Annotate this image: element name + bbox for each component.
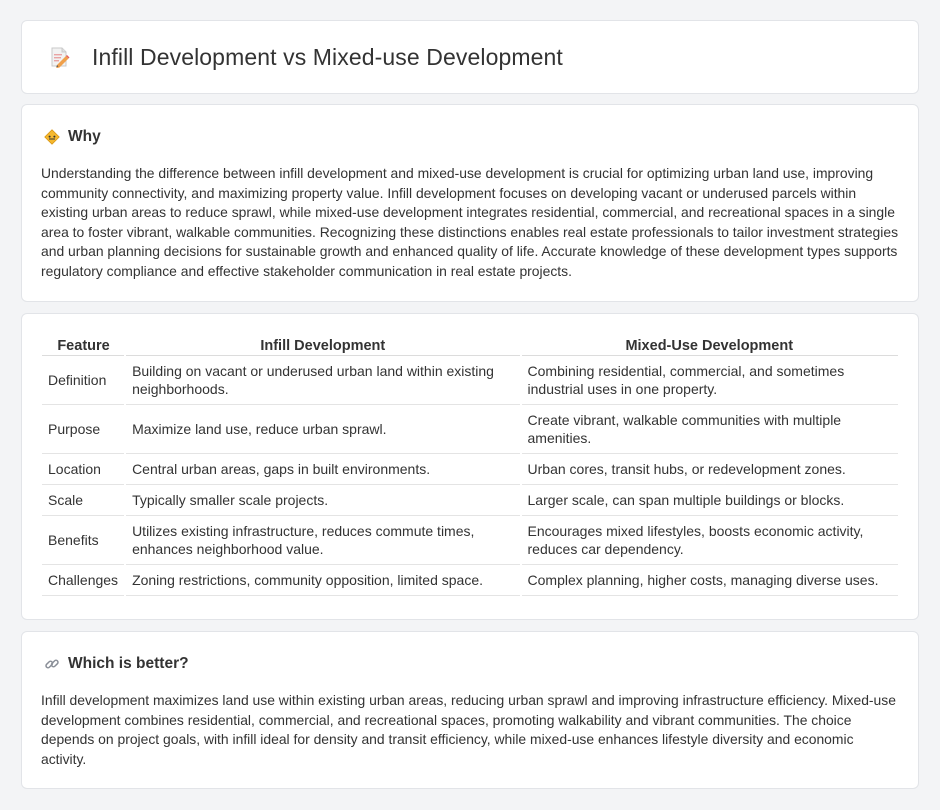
- which-is-better-section: Which is better? Infill development maxi…: [21, 631, 919, 789]
- table-row: Location Central urban areas, gaps in bu…: [42, 453, 898, 485]
- title-card: Infill Development vs Mixed-use Developm…: [21, 20, 919, 94]
- feature-cell: Location: [42, 453, 126, 485]
- comparison-section: Feature Infill Development Mixed-Use Dev…: [21, 313, 919, 620]
- why-title: Why: [68, 128, 101, 145]
- which-is-better-title: Which is better?: [68, 655, 189, 672]
- table-row: Purpose Maximize land use, reduce urban …: [42, 404, 898, 454]
- mixed-use-cell: Encourages mixed lifestyles, boosts econ…: [519, 515, 898, 565]
- table-row: Benefits Utilizes existing infrastructur…: [42, 515, 898, 565]
- document-pencil-icon: [51, 47, 70, 68]
- why-section: Why Understanding the difference between…: [21, 104, 919, 302]
- column-header-infill: Infill Development: [125, 336, 521, 356]
- mixed-use-cell: Create vibrant, walkable communities wit…: [519, 404, 898, 454]
- which-is-better-heading: Which is better?: [44, 655, 189, 673]
- diamond-sign-icon: [44, 129, 60, 145]
- mixed-use-cell: Urban cores, transit hubs, or redevelopm…: [519, 453, 898, 485]
- infill-cell: Typically smaller scale projects.: [124, 484, 521, 516]
- feature-cell: Scale: [42, 484, 126, 516]
- infill-cell: Zoning restrictions, community oppositio…: [124, 564, 521, 596]
- feature-cell: Purpose: [42, 404, 126, 454]
- column-header-feature: Feature: [42, 336, 126, 356]
- infill-cell: Central urban areas, gaps in built envir…: [124, 453, 521, 485]
- which-is-better-paragraph: Infill development maximizes land use wi…: [41, 692, 896, 767]
- mixed-use-cell: Complex planning, higher costs, managing…: [519, 564, 898, 596]
- infill-cell: Utilizes existing infrastructure, reduce…: [124, 515, 521, 565]
- mixed-use-cell: Combining residential, commercial, and s…: [519, 355, 898, 405]
- table-row: Challenges Zoning restrictions, communit…: [42, 564, 898, 596]
- feature-cell: Challenges: [42, 564, 126, 596]
- feature-cell: Definition: [42, 355, 126, 405]
- infill-cell: Maximize land use, reduce urban sprawl.: [124, 404, 521, 454]
- mixed-use-cell: Larger scale, can span multiple building…: [519, 484, 898, 516]
- feature-cell: Benefits: [42, 515, 126, 565]
- comparison-table: Feature Infill Development Mixed-Use Dev…: [42, 336, 898, 596]
- why-heading: Why: [44, 128, 101, 146]
- why-paragraph: Understanding the difference between inf…: [41, 165, 899, 279]
- infill-cell: Building on vacant or underused urban la…: [124, 355, 521, 405]
- table-header-row: Feature Infill Development Mixed-Use Dev…: [42, 336, 898, 356]
- column-header-mixed-use: Mixed-Use Development: [520, 336, 898, 356]
- table-row: Definition Building on vacant or underus…: [42, 355, 898, 405]
- table-row: Scale Typically smaller scale projects. …: [42, 484, 898, 516]
- page-title: Infill Development vs Mixed-use Developm…: [92, 43, 563, 70]
- link-icon: [45, 659, 59, 669]
